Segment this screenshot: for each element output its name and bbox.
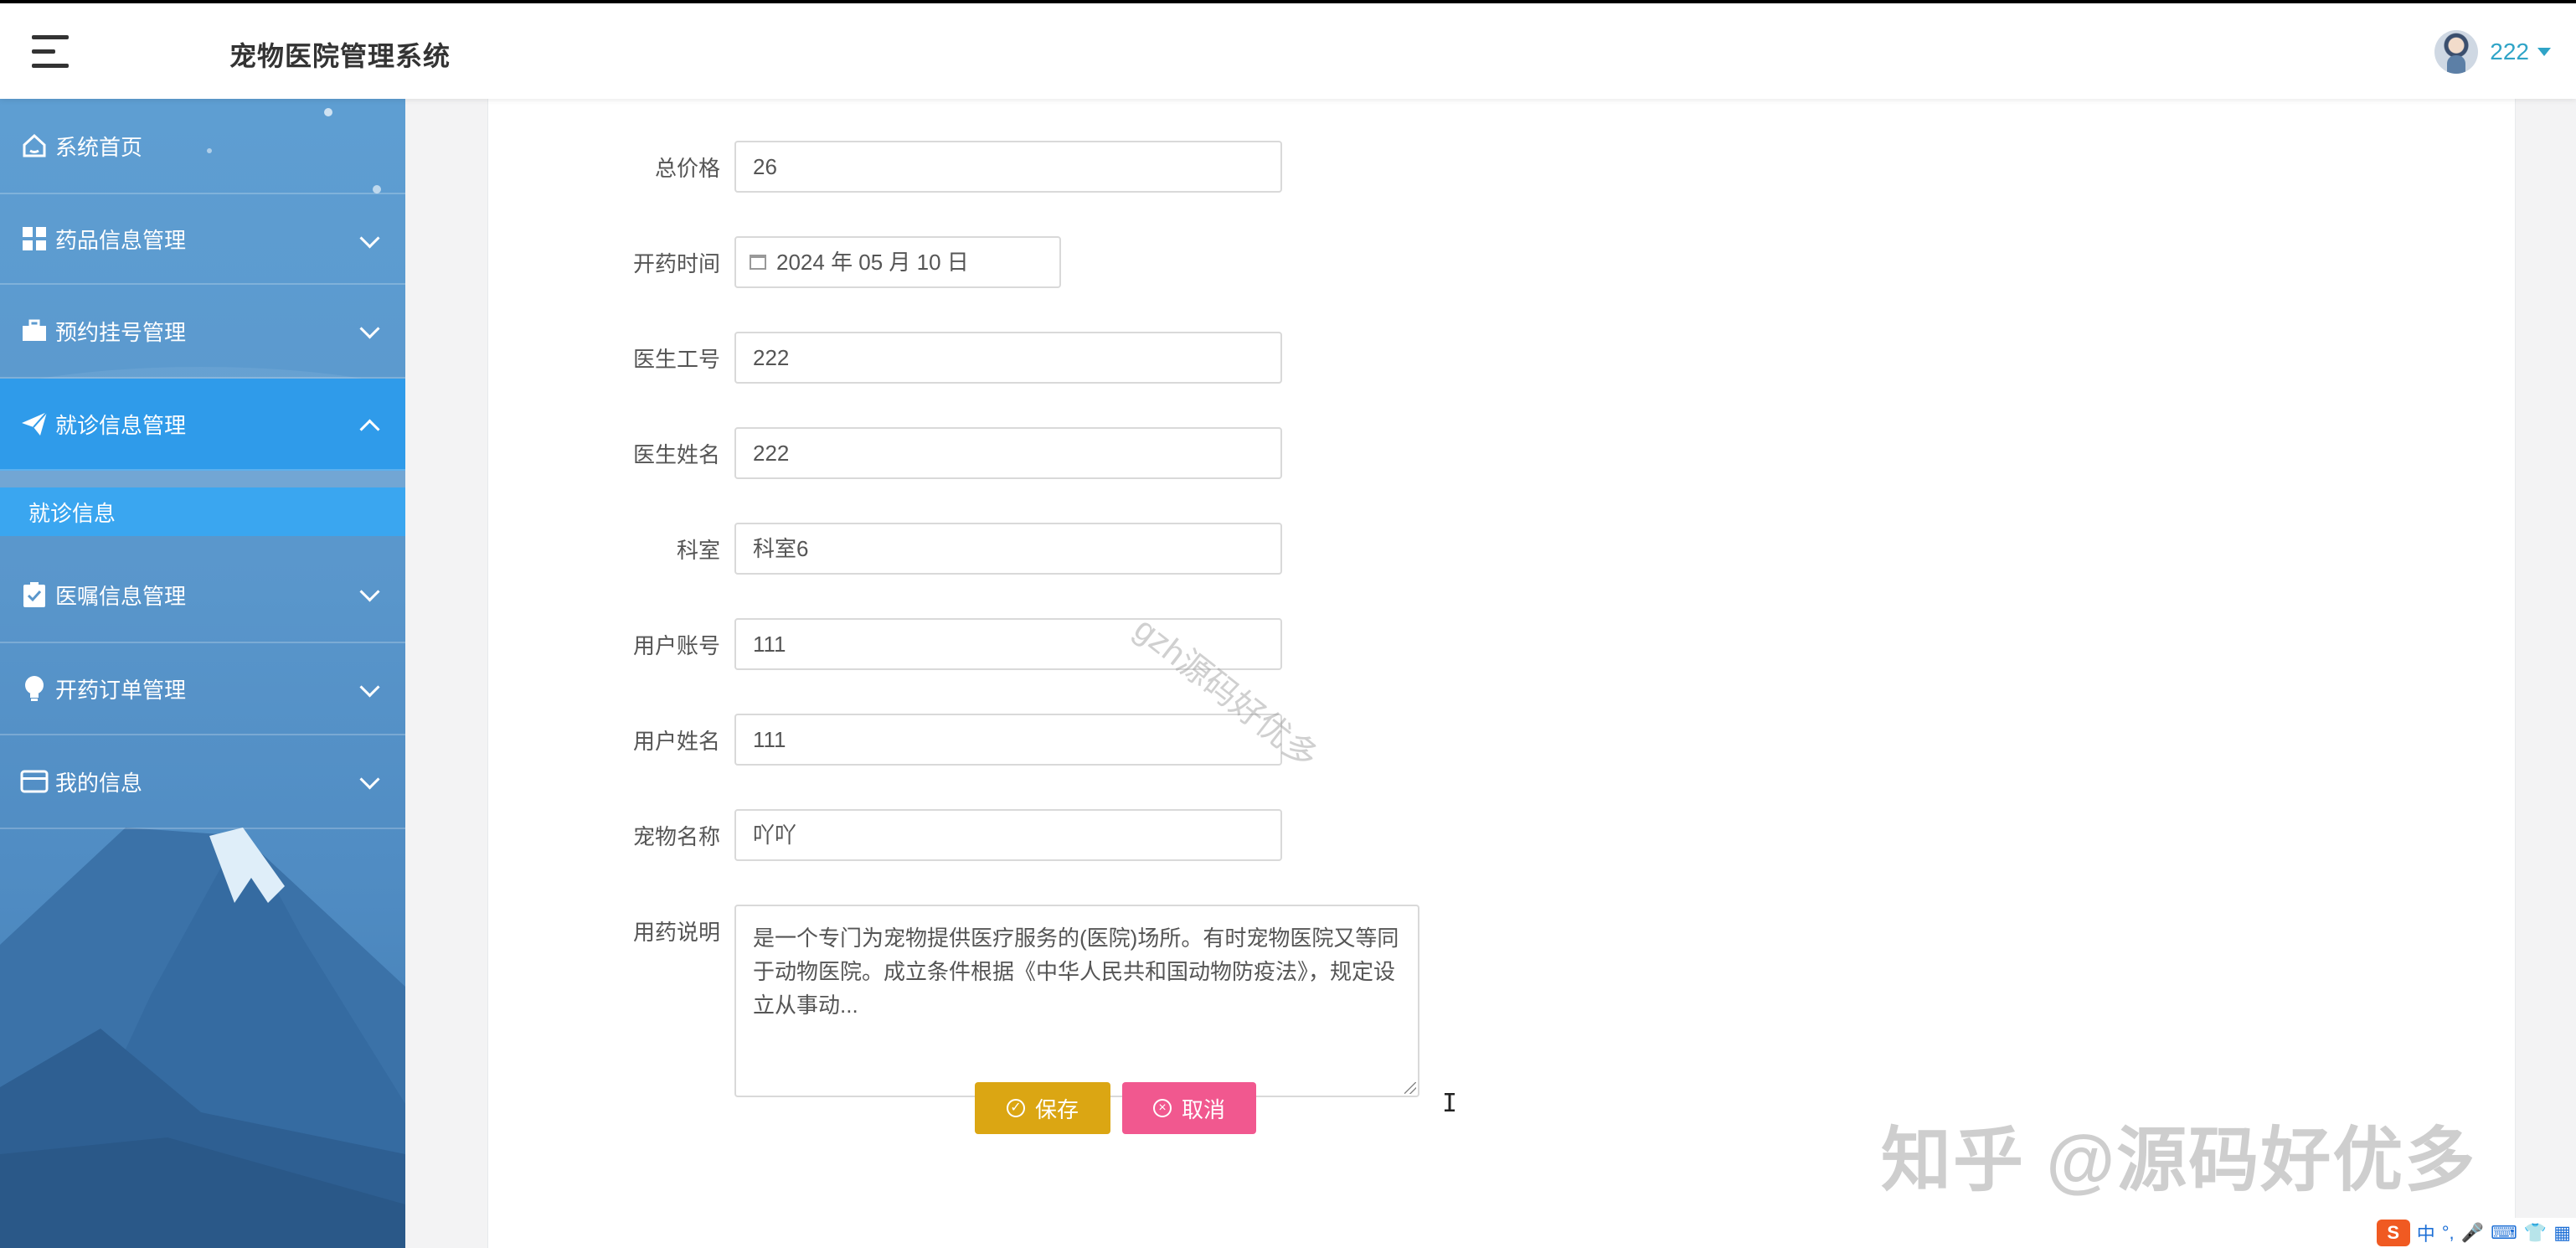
- sidebar-item-my-info[interactable]: 我的信息: [0, 735, 405, 829]
- card-icon: [20, 767, 49, 796]
- ime-language[interactable]: 中: [2417, 1220, 2435, 1246]
- clipboard-check-icon: [20, 580, 49, 609]
- doctor-id-field[interactable]: 222: [734, 332, 1282, 384]
- ime-toolbar[interactable]: S 中 °, 🎤 ⌨ 👕 ▦: [2371, 1218, 2576, 1248]
- row-prescribe-time: 开药时间 2024 年 05 月 10 日: [488, 236, 2515, 291]
- label-department: 科室: [676, 538, 720, 563]
- sidebar-item-label: 就诊信息管理: [55, 412, 187, 438]
- calendar-icon: [750, 255, 766, 270]
- user-name: 222: [2490, 39, 2529, 64]
- sidebar-item-orders-advice[interactable]: 医嘱信息管理: [0, 548, 405, 643]
- punctuation-icon[interactable]: °,: [2442, 1222, 2455, 1244]
- keyboard-icon[interactable]: ⌨: [2491, 1222, 2517, 1244]
- submenu-item-label: 就诊信息: [28, 500, 116, 526]
- app-title: 宠物医院管理系统: [229, 41, 451, 71]
- save-button[interactable]: ✓ 保存: [975, 1082, 1110, 1134]
- label-user-account: 用户账号: [632, 633, 720, 658]
- watermark-corner: 知乎 @源码好优多: [1881, 1121, 2477, 1199]
- prescribe-time-field[interactable]: 2024 年 05 月 10 日: [734, 236, 1061, 288]
- chevron-down-icon: [359, 581, 380, 602]
- microphone-icon[interactable]: 🎤: [2461, 1222, 2484, 1244]
- row-department: 科室 科室6: [488, 523, 2515, 578]
- row-doctor-id: 医生工号 222: [488, 332, 2515, 387]
- sidebar-item-label: 医嘱信息管理: [55, 583, 187, 609]
- pet-name-field[interactable]: 吖吖: [734, 809, 1282, 861]
- label-usage: 用药说明: [632, 920, 720, 945]
- row-doctor-name: 医生姓名 222: [488, 427, 2515, 482]
- usage-text: 是一个专门为宠物提供医疗服务的(医院)场所。有时宠物医院又等同于动物医院。成立条…: [753, 926, 1399, 1018]
- sidebar-item-medicine[interactable]: 药品信息管理: [0, 194, 405, 285]
- chevron-down-icon: [359, 769, 380, 790]
- sogou-logo-icon: S: [2376, 1220, 2410, 1246]
- cancel-button[interactable]: × 取消: [1122, 1082, 1256, 1134]
- user-name-field[interactable]: 111: [734, 714, 1282, 766]
- form-panel: 总价格 26 开药时间 2024 年 05 月 10 日 医生工号 222 医生…: [487, 99, 2516, 1248]
- lightbulb-icon: [20, 674, 49, 703]
- sidebar-item-label: 药品信息管理: [55, 227, 187, 253]
- check-circle-icon: ✓: [1006, 1099, 1025, 1117]
- label-prescribe-time: 开药时间: [632, 251, 720, 276]
- submenu-item-visit-info[interactable]: 就诊信息: [0, 487, 405, 536]
- chevron-down-icon: [359, 228, 380, 249]
- briefcase-icon: [20, 317, 49, 345]
- sidebar-item-label: 系统首页: [55, 134, 143, 160]
- department-field[interactable]: 科室6: [734, 523, 1282, 575]
- cancel-label: 取消: [1181, 1096, 1225, 1122]
- total-price-field[interactable]: 26: [734, 141, 1282, 193]
- resize-handle-icon[interactable]: [1404, 1082, 1416, 1094]
- top-header: 宠物医院管理系统 222: [0, 3, 2576, 99]
- sidebar-item-label: 开药订单管理: [55, 677, 187, 703]
- avatar: [2434, 30, 2479, 74]
- grid-icon: [20, 224, 49, 253]
- sidebar-item-label: 预约挂号管理: [55, 319, 187, 345]
- paper-plane-icon: [20, 410, 49, 438]
- label-doctor-id: 医生工号: [632, 347, 720, 372]
- caret-down-icon: [2537, 48, 2551, 56]
- chevron-up-icon: [359, 419, 380, 440]
- sidebar-item-visit[interactable]: 就诊信息管理: [0, 379, 405, 471]
- row-usage: 用药说明 是一个专门为宠物提供医疗服务的(医院)场所。有时宠物医院又等同于动物医…: [488, 905, 2515, 1101]
- label-doctor-name: 医生姓名: [632, 442, 720, 467]
- save-label: 保存: [1034, 1096, 1079, 1122]
- label-pet-name: 宠物名称: [632, 824, 720, 849]
- user-menu[interactable]: 222: [2434, 28, 2551, 75]
- chevron-down-icon: [359, 318, 380, 339]
- doctor-name-field[interactable]: 222: [734, 427, 1282, 479]
- sidebar: 系统首页 药品信息管理 预约挂号管理 就诊信息管理 就诊信息 医嘱信息管理 开药…: [0, 99, 405, 1248]
- row-pet-name: 宠物名称 吖吖: [488, 809, 2515, 864]
- menu-toggle-icon[interactable]: [32, 35, 74, 70]
- usage-textarea[interactable]: 是一个专门为宠物提供医疗服务的(医院)场所。有时宠物医院又等同于动物医院。成立条…: [734, 905, 1419, 1097]
- home-icon: [20, 132, 49, 160]
- row-total-price: 总价格 26: [488, 141, 2515, 196]
- label-user-name: 用户姓名: [632, 729, 720, 754]
- chevron-down-icon: [359, 677, 380, 698]
- sidebar-item-appointment[interactable]: 预约挂号管理: [0, 285, 405, 379]
- sidebar-item-home[interactable]: 系统首页: [0, 99, 405, 194]
- sidebar-item-prescription-orders[interactable]: 开药订单管理: [0, 643, 405, 735]
- sidebar-item-label: 我的信息: [55, 770, 143, 796]
- skin-icon[interactable]: 👕: [2524, 1222, 2547, 1244]
- row-user-name: 用户姓名 111: [488, 714, 2515, 769]
- prescribe-time-value: 2024 年 05 月 10 日: [776, 250, 969, 275]
- label-total-price: 总价格: [654, 156, 720, 181]
- row-user-account: 用户账号 111: [488, 618, 2515, 673]
- text-cursor-icon: I: [1442, 1089, 1458, 1118]
- grid-menu-icon[interactable]: ▦: [2553, 1222, 2571, 1244]
- close-circle-icon: ×: [1152, 1099, 1172, 1117]
